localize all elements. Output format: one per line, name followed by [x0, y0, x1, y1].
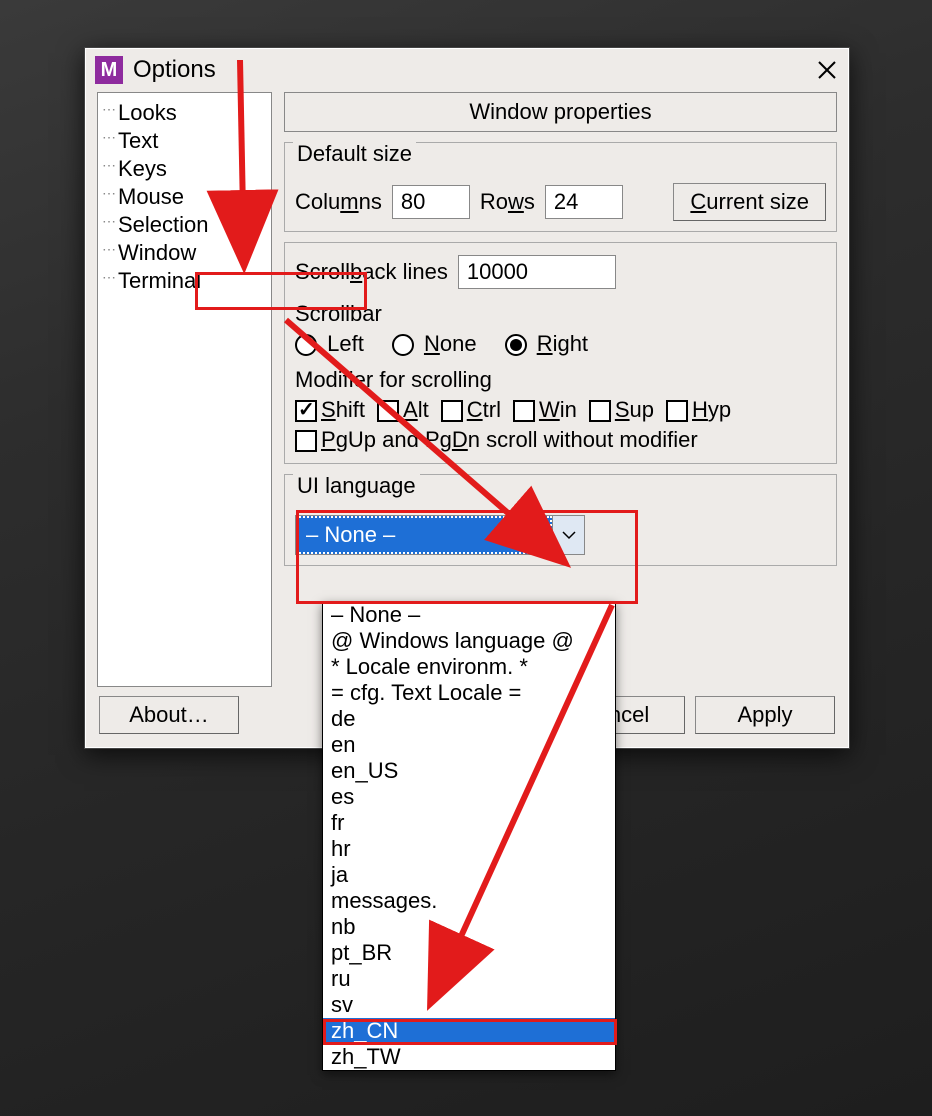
scrollbar-label: Scrollbar — [295, 301, 826, 327]
lang-option[interactable]: nb — [323, 914, 615, 940]
modifier-ctrl-check[interactable]: Ctrl — [441, 397, 501, 423]
scrollback-input[interactable] — [458, 255, 616, 289]
lang-option[interactable]: zh_TW — [323, 1044, 615, 1070]
sidebar-item-looks[interactable]: Looks — [100, 99, 269, 127]
category-tree[interactable]: LooksTextKeysMouseSelectionWindowTermina… — [97, 92, 272, 687]
about-button[interactable]: About… — [99, 696, 239, 734]
app-icon: M — [95, 56, 123, 84]
lang-option[interactable]: es — [323, 784, 615, 810]
columns-label: Columns — [295, 189, 382, 215]
lang-option[interactable]: * Locale environm. * — [323, 654, 615, 680]
lang-option[interactable]: zh_CN — [323, 1018, 615, 1044]
scrollback-label: Scrollback lines — [295, 259, 448, 285]
lang-option[interactable]: hr — [323, 836, 615, 862]
close-button[interactable] — [805, 48, 849, 92]
sidebar-item-keys[interactable]: Keys — [100, 155, 269, 183]
apply-button[interactable]: Apply — [695, 696, 835, 734]
ui-language-label: UI language — [293, 473, 420, 499]
lang-option[interactable]: fr — [323, 810, 615, 836]
lang-option[interactable]: – None – — [323, 602, 615, 628]
ui-language-dropdown[interactable]: – None –@ Windows language @* Locale env… — [322, 601, 616, 1071]
sidebar-item-selection[interactable]: Selection — [100, 211, 269, 239]
window-properties-button[interactable]: Window properties — [284, 92, 837, 132]
titlebar: M Options — [85, 48, 849, 92]
rows-input[interactable] — [545, 185, 623, 219]
sidebar-item-window[interactable]: Window — [100, 239, 269, 267]
rows-label: Rows — [480, 189, 535, 215]
lang-option[interactable]: ja — [323, 862, 615, 888]
modifier-hyp-check[interactable]: Hyp — [666, 397, 731, 423]
lang-option[interactable]: = cfg. Text Locale = — [323, 680, 615, 706]
scroll-group: Scrollback lines Scrollbar Left None Rig… — [284, 242, 837, 464]
lang-option[interactable]: en_US — [323, 758, 615, 784]
chevron-down-icon[interactable] — [552, 516, 584, 554]
lang-option[interactable]: messages. — [323, 888, 615, 914]
ui-language-value: – None – — [296, 516, 552, 554]
lang-option[interactable]: @ Windows language @ — [323, 628, 615, 654]
ui-language-group: UI language – None – — [284, 474, 837, 566]
modifier-sup-check[interactable]: Sup — [589, 397, 654, 423]
modifier-win-check[interactable]: Win — [513, 397, 577, 423]
current-size-button[interactable]: Current size — [673, 183, 826, 221]
columns-input[interactable] — [392, 185, 470, 219]
scrollbar-left-radio[interactable]: Left — [295, 331, 364, 357]
lang-option[interactable]: de — [323, 706, 615, 732]
ui-language-combo[interactable]: – None – — [295, 515, 585, 555]
modifier-shift-check[interactable]: Shift — [295, 397, 365, 423]
sidebar-item-terminal[interactable]: Terminal — [100, 267, 269, 295]
lang-option[interactable]: pt_BR — [323, 940, 615, 966]
default-size-label: Default size — [293, 141, 416, 167]
modifier-alt-check[interactable]: Alt — [377, 397, 429, 423]
lang-option[interactable]: en — [323, 732, 615, 758]
lang-option[interactable]: ru — [323, 966, 615, 992]
lang-option[interactable]: sv — [323, 992, 615, 1018]
sidebar-item-text[interactable]: Text — [100, 127, 269, 155]
close-icon — [817, 60, 837, 80]
modifier-pgup-check[interactable]: PgUp and PgDn scroll without modifier — [295, 427, 826, 453]
default-size-group: Default size Columns Rows Current size — [284, 142, 837, 232]
scrollbar-right-radio[interactable]: Right — [505, 331, 589, 357]
scrollbar-none-radio[interactable]: None — [392, 331, 477, 357]
modifier-label: Modifier for scrolling — [295, 367, 826, 393]
window-title: Options — [133, 56, 805, 84]
sidebar-item-mouse[interactable]: Mouse — [100, 183, 269, 211]
